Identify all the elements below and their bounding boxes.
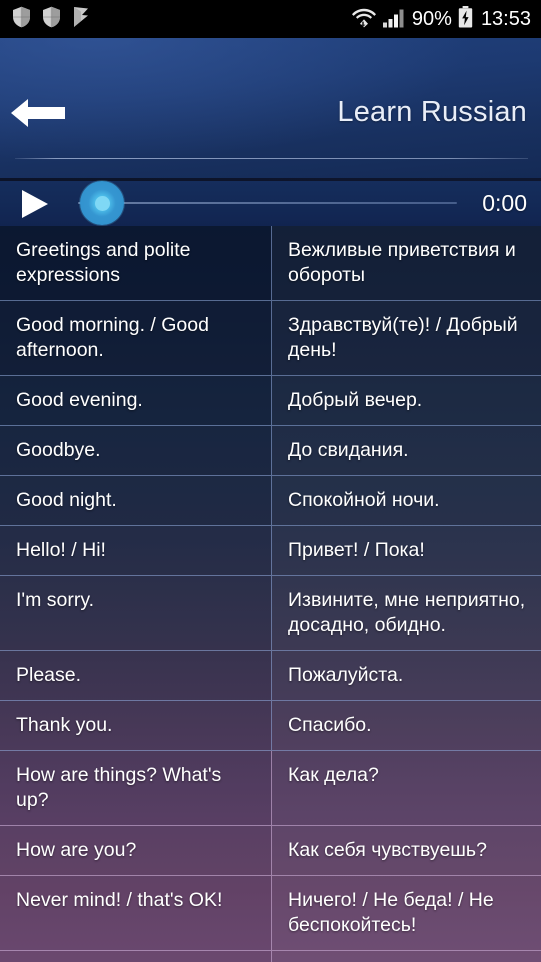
table-row[interactable]: Welcome to Cracow!Сердечно приветствую в… bbox=[0, 951, 541, 962]
table-row[interactable]: Greetings and polite expressions Вежливые… bbox=[0, 226, 541, 301]
phrase-cell-russian[interactable]: Как дела? bbox=[272, 751, 541, 825]
seek-slider-thumb[interactable] bbox=[80, 181, 124, 225]
table-row[interactable]: Thank you. Спасибо. bbox=[0, 701, 541, 751]
phrase-cell-english[interactable]: I'm sorry. bbox=[0, 576, 272, 650]
battery-charging-icon bbox=[458, 5, 473, 33]
phrase-cell-english[interactable]: Please. bbox=[0, 651, 272, 700]
table-row[interactable]: Good night. Спокойной ночи. bbox=[0, 476, 541, 526]
phrase-cell-english[interactable]: Never mind! / that's OK! bbox=[0, 876, 272, 950]
phrase-table-body: Greetings and polite expressions Вежливые… bbox=[0, 226, 541, 962]
status-bar-right-icons: 90% 13:53 bbox=[351, 5, 531, 33]
table-row[interactable]: How are you? Как себя чувствуешь? bbox=[0, 826, 541, 876]
phrase-cell-russian[interactable]: Пожалуйста. bbox=[272, 651, 541, 700]
phrase-cell-russian[interactable]: Извините, мне неприятно, досадно, обидно… bbox=[272, 576, 541, 650]
table-row[interactable]: Good morning. / Good afternoon. Здравству… bbox=[0, 301, 541, 376]
phrase-cell-english[interactable]: Thank you. bbox=[0, 701, 272, 750]
phrase-cell-english[interactable]: Hello! / Hi! bbox=[0, 526, 272, 575]
phrase-cell-russian[interactable]: Спокойной ночи. bbox=[272, 476, 541, 525]
phrase-cell-english[interactable]: Welcome to Cracow! bbox=[0, 951, 272, 962]
audio-player-bar: 0:00 bbox=[0, 181, 541, 226]
battery-percent-label: 90% bbox=[411, 8, 452, 30]
phrase-cell-english[interactable]: Goodbye. bbox=[0, 426, 272, 475]
shield-icon bbox=[12, 6, 31, 33]
table-row[interactable]: How are things? What's up? Как дела? bbox=[0, 751, 541, 826]
phrase-cell-english[interactable]: Good evening. bbox=[0, 376, 272, 425]
play-icon[interactable] bbox=[22, 190, 48, 218]
table-row[interactable]: I'm sorry. Извините, мне неприятно, досад… bbox=[0, 576, 541, 651]
status-bar: 90% 13:53 bbox=[0, 0, 541, 38]
header-divider bbox=[15, 158, 528, 159]
wifi-icon bbox=[351, 6, 376, 33]
phrase-cell-russian[interactable]: Добрый вечер. bbox=[272, 376, 541, 425]
table-row[interactable]: Please. Пожалуйста. bbox=[0, 651, 541, 701]
phrase-cell-english[interactable]: Good night. bbox=[0, 476, 272, 525]
app-header: Learn Russian bbox=[0, 38, 541, 181]
table-row[interactable]: Never mind! / that's OK! Ничего! / Не бед… bbox=[0, 876, 541, 951]
phrase-cell-russian[interactable]: Вежливые приветствия и обороты bbox=[272, 226, 541, 300]
phrase-cell-russian[interactable]: Сердечно приветствую в Кракове. bbox=[272, 951, 541, 962]
table-row[interactable]: Good evening. Добрый вечер. bbox=[0, 376, 541, 426]
phrase-cell-russian[interactable]: Здравствуй(те)! / Добрый день! bbox=[272, 301, 541, 375]
signal-bars-icon bbox=[382, 6, 406, 33]
phrase-table[interactable]: Greetings and polite expressions Вежливые… bbox=[0, 226, 541, 962]
shield-icon bbox=[42, 6, 61, 33]
table-row[interactable]: Hello! / Hi! Привет! / Пока! bbox=[0, 526, 541, 576]
seek-slider-track[interactable] bbox=[78, 202, 457, 204]
playback-time-label: 0:00 bbox=[482, 190, 527, 216]
phrase-cell-english[interactable]: How are things? What's up? bbox=[0, 751, 272, 825]
phrase-cell-russian[interactable]: Ничего! / Не беда! / Не беспокойтесь! bbox=[272, 876, 541, 950]
table-row[interactable]: Goodbye. До свидания. bbox=[0, 426, 541, 476]
status-bar-left-icons bbox=[12, 6, 91, 33]
phrase-cell-russian[interactable]: Как себя чувствуешь? bbox=[272, 826, 541, 875]
phrase-cell-russian[interactable]: Привет! / Пока! bbox=[272, 526, 541, 575]
phrase-cell-english[interactable]: How are you? bbox=[0, 826, 272, 875]
checkmark-flag-icon bbox=[72, 6, 91, 33]
clock-label: 13:53 bbox=[480, 8, 531, 30]
page-title: Learn Russian bbox=[337, 96, 527, 128]
phrase-cell-english[interactable]: Good morning. / Good afternoon. bbox=[0, 301, 272, 375]
phrase-cell-russian[interactable]: До свидания. bbox=[272, 426, 541, 475]
phrase-cell-english[interactable]: Greetings and polite expressions bbox=[0, 226, 272, 300]
app-root: 90% 13:53 Learn Russian 0:00 Greetings a… bbox=[0, 0, 541, 962]
back-arrow-icon[interactable] bbox=[9, 96, 67, 130]
phrase-cell-russian[interactable]: Спасибо. bbox=[272, 701, 541, 750]
